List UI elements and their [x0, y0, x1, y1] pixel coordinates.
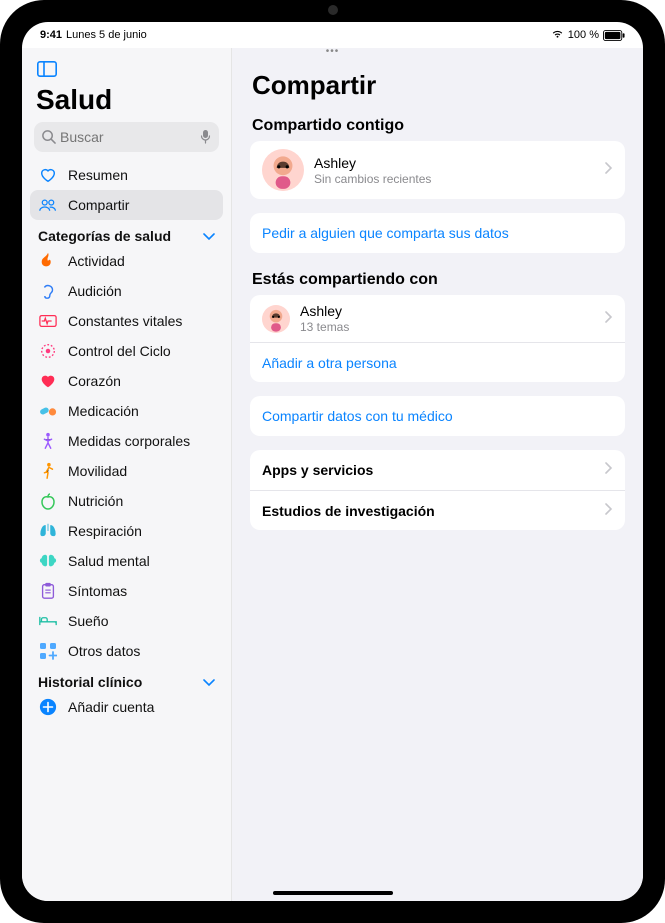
contact-name: Ashley — [300, 303, 595, 319]
avatar — [262, 305, 290, 333]
apple-icon — [38, 491, 58, 511]
sidebar-item-label: Audición — [68, 283, 122, 299]
sidebar-item-summary[interactable]: Resumen — [30, 160, 223, 190]
cycle-icon — [38, 341, 58, 361]
chevron-right-icon — [605, 461, 613, 479]
sidebar-item-mobility[interactable]: Movilidad — [30, 456, 223, 486]
sidebar-item-label: Constantes vitales — [68, 313, 182, 329]
share-with-doctor-button[interactable]: Compartir datos con tu médico — [250, 396, 625, 436]
people-icon — [38, 195, 58, 215]
sidebar-item-heart[interactable]: Corazón — [30, 366, 223, 396]
sidebar-item-nutrition[interactable]: Nutrición — [30, 486, 223, 516]
sidebar-item-label: Resumen — [68, 167, 128, 183]
body-icon — [38, 431, 58, 451]
battery-percent: 100 % — [568, 29, 599, 41]
status-bar: 9:41 Lunes 5 de junio 100 % — [22, 22, 643, 48]
multitask-dots[interactable]: ••• — [326, 46, 340, 57]
sidebar-item-mental[interactable]: Salud mental — [30, 546, 223, 576]
flame-icon — [38, 251, 58, 271]
heart-icon — [38, 371, 58, 391]
section-header-label: Categorías de salud — [38, 228, 171, 244]
chevron-down-icon — [203, 228, 215, 244]
status-date: Lunes 5 de junio — [66, 29, 147, 41]
row-label: Estudios de investigación — [262, 503, 595, 519]
main-content: Compartir Compartido contigo Ashley Sin … — [232, 48, 643, 901]
sidebar-item-label: Nutrición — [68, 493, 123, 509]
vitals-icon — [38, 311, 58, 331]
apps-and-services-row[interactable]: Apps y servicios — [250, 450, 625, 490]
sidebar-item-label: Respiración — [68, 523, 142, 539]
bed-icon — [38, 611, 58, 631]
battery-icon — [603, 30, 625, 41]
sidebar-item-label: Sueño — [68, 613, 108, 629]
lungs-icon — [38, 521, 58, 541]
sidebar-item-sleep[interactable]: Sueño — [30, 606, 223, 636]
sidebar-item-label: Actividad — [68, 253, 125, 269]
shared-contact-row[interactable]: Ashley Sin cambios recientes — [250, 141, 625, 199]
sidebar-section-categories[interactable]: Categorías de salud — [30, 220, 223, 246]
wifi-icon — [551, 29, 564, 42]
section-header-label: Historial clínico — [38, 674, 142, 690]
ear-icon — [38, 281, 58, 301]
search-input[interactable] — [34, 122, 219, 152]
ask-to-share-button[interactable]: Pedir a alguien que comparta sus datos — [250, 213, 625, 253]
chevron-right-icon — [605, 310, 613, 328]
sidebar-item-activity[interactable]: Actividad — [30, 246, 223, 276]
chevron-right-icon — [605, 161, 613, 179]
sidebar-section-records[interactable]: Historial clínico — [30, 666, 223, 692]
page-title: Compartir — [250, 48, 625, 113]
sidebar-item-cycle[interactable]: Control del Ciclo — [30, 336, 223, 366]
sidebar-toggle-button[interactable] — [34, 56, 60, 82]
sidebar-item-hearing[interactable]: Audición — [30, 276, 223, 306]
sidebar-item-vitals[interactable]: Constantes vitales — [30, 306, 223, 336]
status-time: 9:41 — [40, 29, 62, 41]
sidebar-item-symptoms[interactable]: Síntomas — [30, 576, 223, 606]
sidebar-item-label: Medicación — [68, 403, 139, 419]
plus-grid-icon — [38, 641, 58, 661]
search-field[interactable] — [34, 122, 219, 152]
sidebar-item-label: Corazón — [68, 373, 121, 389]
sidebar-item-share[interactable]: Compartir — [30, 190, 223, 220]
chevron-right-icon — [605, 502, 613, 520]
link-label: Compartir datos con tu médico — [262, 408, 613, 424]
research-studies-row[interactable]: Estudios de investigación — [250, 490, 625, 530]
sharing-contact-row[interactable]: Ashley 13 temas — [250, 295, 625, 342]
chevron-down-icon — [203, 674, 215, 690]
sidebar-item-label: Salud mental — [68, 553, 150, 569]
sidebar-item-label: Movilidad — [68, 463, 127, 479]
contact-name: Ashley — [314, 155, 595, 171]
sidebar: Salud Resumen — [22, 48, 232, 901]
add-person-button[interactable]: Añadir a otra persona — [250, 342, 625, 382]
contact-detail: 13 temas — [300, 320, 595, 334]
sidebar-item-other[interactable]: Otros datos — [30, 636, 223, 666]
row-label: Apps y servicios — [262, 462, 595, 478]
brain-icon — [38, 551, 58, 571]
sidebar-item-body[interactable]: Medidas corporales — [30, 426, 223, 456]
clipboard-icon — [38, 581, 58, 601]
pills-icon — [38, 401, 58, 421]
sidebar-item-label: Compartir — [68, 197, 129, 213]
app-title: Salud — [30, 84, 223, 122]
sidebar-item-respiratory[interactable]: Respiración — [30, 516, 223, 546]
avatar — [262, 149, 304, 191]
section-shared-with-you: Compartido contigo — [250, 113, 625, 141]
sidebar-item-label: Síntomas — [68, 583, 127, 599]
sidebar-item-add-account[interactable]: Añadir cuenta — [30, 692, 223, 722]
sidebar-item-label: Medidas corporales — [68, 433, 190, 449]
section-you-share: Estás compartiendo con — [250, 267, 625, 295]
search-icon — [41, 129, 56, 149]
plus-circle-icon — [38, 697, 58, 717]
link-label: Añadir a otra persona — [262, 355, 613, 371]
mobility-icon — [38, 461, 58, 481]
sidebar-item-label: Control del Ciclo — [68, 343, 171, 359]
home-indicator[interactable] — [273, 891, 393, 895]
sidebar-item-medication[interactable]: Medicación — [30, 396, 223, 426]
link-label: Pedir a alguien que comparta sus datos — [262, 225, 613, 241]
heart-outline-icon — [38, 165, 58, 185]
sidebar-item-label: Añadir cuenta — [68, 699, 154, 715]
contact-status: Sin cambios recientes — [314, 172, 595, 186]
mic-icon[interactable] — [199, 129, 212, 150]
sidebar-item-label: Otros datos — [68, 643, 140, 659]
